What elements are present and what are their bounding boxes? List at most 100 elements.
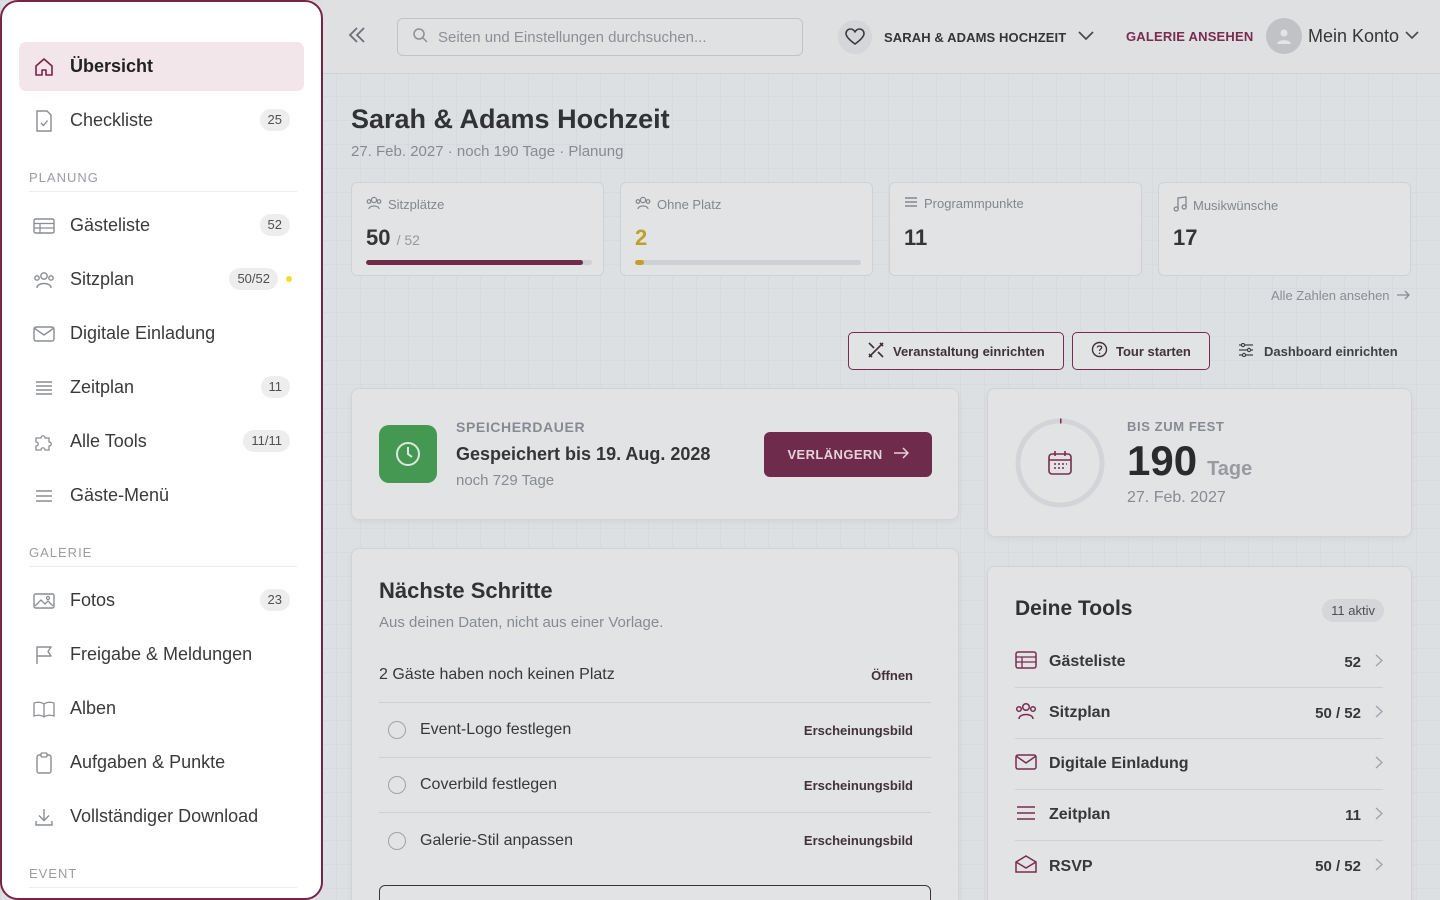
search-input[interactable] <box>438 28 778 46</box>
extend-button[interactable]: VERLÄNGERN <box>764 432 932 477</box>
setup-event-button[interactable]: Veranstaltung einrichten <box>848 332 1064 370</box>
download-icon <box>33 806 55 828</box>
stat-value: 17 <box>1173 225 1198 250</box>
sidebar-item-label: Aufgaben & Punkte <box>70 752 226 772</box>
people-icon <box>1015 702 1037 725</box>
search-box[interactable] <box>397 18 803 56</box>
setup-event-label: Veranstaltung einrichten <box>893 343 1045 359</box>
sidebar-item-label: Alle Tools <box>70 431 147 451</box>
view-gallery-link[interactable]: GALERIE ANSEHEN <box>1126 29 1253 44</box>
sidebar-item-label: Sitzplan <box>70 269 135 289</box>
sidebar-item-all-tools[interactable]: Alle Tools 11/11 <box>19 417 304 466</box>
tool-value: 50 / 52 <box>1315 858 1361 875</box>
sidebar-item-checklist[interactable]: Checkliste 25 <box>19 96 304 145</box>
step-row[interactable]: 2 Gäste haben noch keinen Platz Öffnen <box>379 648 931 703</box>
more-steps-button[interactable] <box>379 885 931 900</box>
sidebar: Übersicht Checkliste 25 PLANUNG Gästelis… <box>0 0 323 900</box>
start-tour-label: Tour starten <box>1116 343 1191 359</box>
all-numbers-link[interactable]: Alle Zahlen ansehen <box>1271 288 1410 303</box>
tool-value: 11 <box>1345 806 1361 824</box>
page-subtitle: 27. Feb. 2027 · noch 190 Tage · Planung <box>351 143 624 160</box>
sidebar-item-label: Gäste-Menü <box>70 485 170 505</box>
next-steps-title: Nächste Schritte <box>379 578 553 603</box>
stat-label: Ohne Platz <box>635 196 721 213</box>
people-icon <box>635 196 651 213</box>
countdown-days: 190 <box>1127 437 1198 484</box>
step-action[interactable]: Erscheinungsbild <box>804 723 913 738</box>
sidebar-item-invitation[interactable]: Digitale Einladung <box>19 309 304 358</box>
collapse-sidebar-icon[interactable] <box>346 24 370 50</box>
status-dot <box>286 276 292 282</box>
event-switcher[interactable]: SARAH & ADAMS HOCHZEIT <box>838 20 1094 54</box>
stat-label-text: Ohne Platz <box>657 197 722 212</box>
countdown-card: BIS ZUM FEST 190 Tage 27. Feb. 2027 <box>987 388 1412 537</box>
list-icon <box>1015 804 1037 827</box>
book-icon <box>33 698 55 720</box>
stat-card-no-seat[interactable]: Ohne Platz 2 <box>620 182 873 276</box>
tool-row-seating[interactable]: Sitzplan 50 / 52 <box>1015 688 1384 739</box>
section-label-planning: PLANUNG <box>29 170 99 185</box>
section-label-gallery: GALERIE <box>29 545 93 560</box>
image-icon <box>33 590 55 612</box>
arrow-right-icon <box>1396 288 1410 303</box>
step-text: Event-Logo festlegen <box>420 721 572 738</box>
sidebar-item-overview[interactable]: Übersicht <box>19 42 304 91</box>
step-text: Galerie-Stil anpassen <box>420 831 573 849</box>
account-label: Mein Konto <box>1308 25 1400 46</box>
page-title: Sarah & Adams Hochzeit <box>351 104 670 134</box>
step-row[interactable]: Galerie-Stil anpassen Erscheinungsbild <box>379 813 931 868</box>
sidebar-item-label: Alben <box>70 698 117 718</box>
sidebar-item-approval[interactable]: Freigabe & Meldungen <box>19 630 304 679</box>
clock-icon <box>379 425 437 483</box>
chevron-down-icon <box>1078 28 1094 46</box>
sidebar-item-guest-menu[interactable]: Gäste-Menü <box>19 471 304 520</box>
sidebar-item-label: Digitale Einladung <box>70 323 216 343</box>
stat-value: 50 / 52 <box>366 225 420 251</box>
mail-open-icon <box>1015 855 1037 878</box>
step-action[interactable]: Erscheinungsbild <box>804 778 913 793</box>
tool-row-invitation[interactable]: Digitale Einladung <box>1015 739 1384 790</box>
stat-card-seats[interactable]: Sitzplätze 50 / 52 <box>351 182 604 276</box>
step-row[interactable]: Coverbild festlegen Erscheinungsbild <box>379 758 931 813</box>
clipboard-icon <box>33 751 55 774</box>
sidebar-item-guestlist[interactable]: Gästeliste 52 <box>19 201 304 250</box>
countdown-value: 190 Tage <box>1127 437 1252 485</box>
stat-card-music[interactable]: Musikwünsche 17 <box>1158 182 1411 276</box>
progress-bar <box>635 260 861 265</box>
tools-title: Deine Tools <box>1015 597 1133 620</box>
step-action[interactable]: Öffnen <box>871 668 913 683</box>
tool-row-schedule[interactable]: Zeitplan 11 <box>1015 790 1384 841</box>
tool-label: Sitzplan <box>1049 704 1111 721</box>
calendar-icon <box>1046 449 1074 482</box>
sidebar-item-download[interactable]: Vollständiger Download <box>19 792 304 841</box>
step-text: 2 Gäste haben noch keinen Platz <box>379 666 615 683</box>
next-steps-subtitle: Aus deinen Daten, nicht aus einer Vorlag… <box>379 614 664 631</box>
step-checkbox[interactable] <box>388 721 406 739</box>
stat-card-program[interactable]: Programmpunkte 11 <box>889 182 1142 276</box>
step-text: Coverbild festlegen <box>420 776 557 793</box>
sidebar-item-photos[interactable]: Fotos 23 <box>19 576 304 625</box>
sidebar-item-seating[interactable]: Sitzplan 50/52 <box>19 255 304 304</box>
count-badge: 11 <box>260 376 290 398</box>
step-checkbox[interactable] <box>388 831 406 850</box>
account-menu[interactable]: Mein Konto <box>1266 18 1419 54</box>
setup-dashboard-button[interactable]: Dashboard einrichten <box>1238 332 1398 370</box>
step-action[interactable]: Erscheinungsbild <box>804 833 913 848</box>
step-checkbox[interactable] <box>388 776 406 794</box>
step-row[interactable]: Event-Logo festlegen Erscheinungsbild <box>379 703 931 758</box>
tool-label: Zeitplan <box>1049 806 1111 823</box>
countdown-unit: Tage <box>1207 458 1253 480</box>
chevron-right-icon <box>1375 806 1384 824</box>
sidebar-item-tasks[interactable]: Aufgaben & Punkte <box>19 738 304 787</box>
sidebar-item-schedule[interactable]: Zeitplan 11 <box>19 363 304 412</box>
tool-row-rsvp[interactable]: RSVP 50 / 52 <box>1015 841 1384 892</box>
count-badge: 11/11 <box>243 430 290 452</box>
stat-value: 11 <box>904 225 928 250</box>
table-icon <box>33 215 55 237</box>
sidebar-item-albums[interactable]: Alben <box>19 684 304 733</box>
people-icon <box>33 269 55 291</box>
start-tour-button[interactable]: Tour starten <box>1072 332 1210 370</box>
list-icon <box>904 196 918 211</box>
progress-fill <box>635 260 645 265</box>
tool-row-guestlist[interactable]: Gästeliste 52 <box>1015 637 1384 688</box>
